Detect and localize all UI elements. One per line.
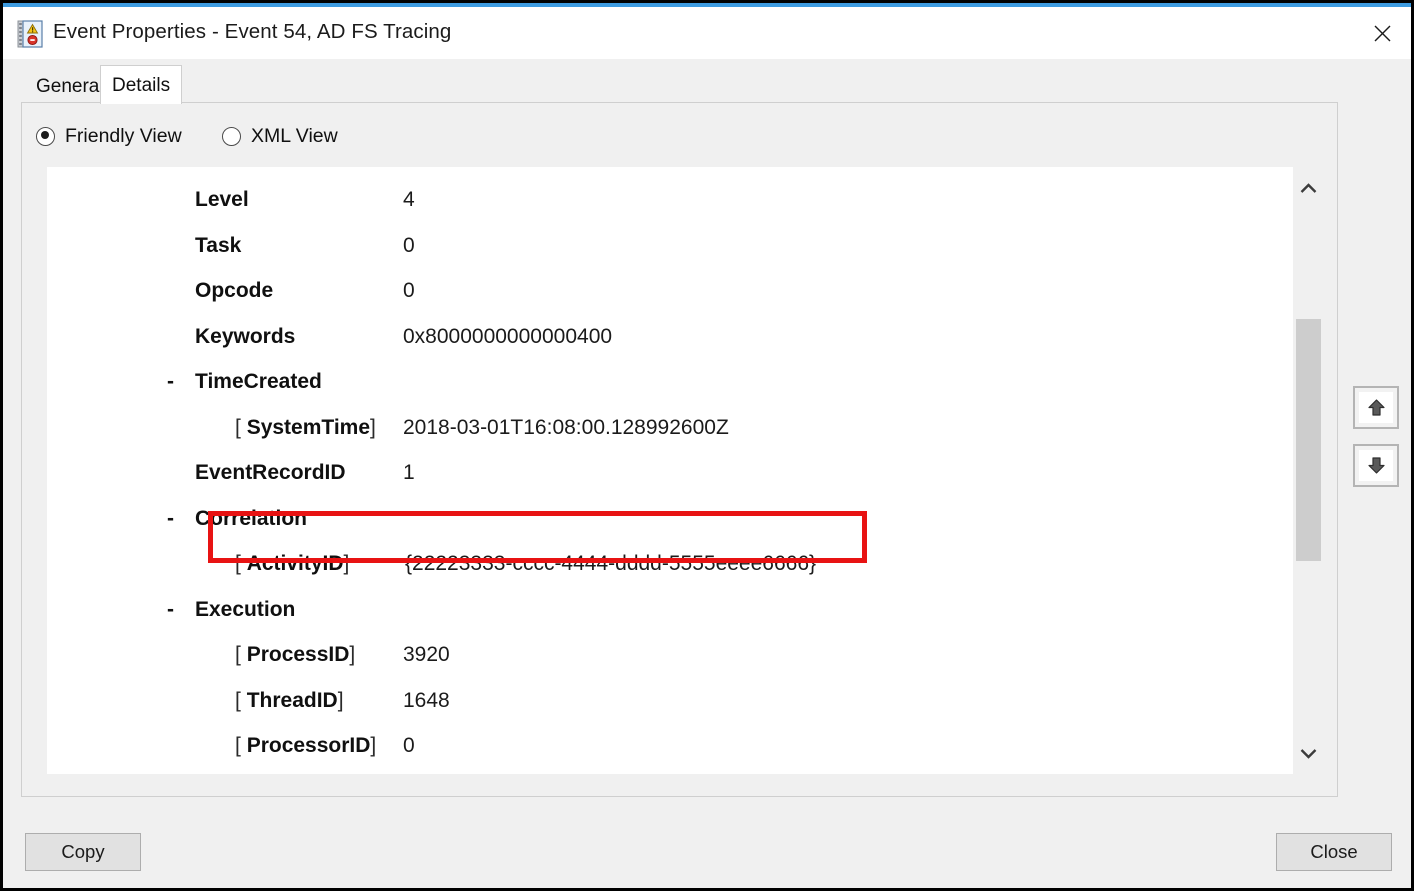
chevron-up-icon[interactable]: [1293, 167, 1324, 209]
detail-value: 1: [403, 450, 415, 496]
radio-friendly-view[interactable]: Friendly View: [36, 121, 182, 151]
scrollbar-thumb[interactable]: [1296, 319, 1321, 561]
detail-row: Task 0: [47, 223, 1272, 269]
detail-attr-value: 2: [403, 769, 415, 775]
detail-group-key: Execution: [195, 587, 295, 633]
detail-key: Task: [195, 223, 241, 269]
event-log-icon: [17, 20, 43, 48]
copy-button[interactable]: Copy: [25, 833, 141, 871]
detail-value: 0: [403, 268, 415, 314]
collapse-toggle-icon[interactable]: -: [167, 359, 174, 405]
window-title: Event Properties - Event 54, AD FS Traci…: [53, 20, 451, 44]
close-icon[interactable]: [1353, 7, 1411, 59]
chevron-down-icon[interactable]: [1293, 732, 1324, 774]
detail-attr-key: [ ThreadID]: [235, 678, 344, 724]
detail-attr-value: 2018-03-01T16:08:00.128992600Z: [403, 405, 729, 451]
detail-value: 0x8000000000000400: [403, 314, 612, 360]
detail-group-row[interactable]: - TimeCreated: [47, 359, 1272, 405]
event-navigation-buttons: [1353, 386, 1399, 502]
event-properties-window: Event Properties - Event 54, AD FS Traci…: [3, 3, 1411, 888]
detail-attr-row: [ SystemTime] 2018-03-01T16:08:00.128992…: [47, 405, 1272, 451]
next-event-button[interactable]: [1353, 444, 1399, 487]
detail-attr-row: [ ThreadID] 1648: [47, 678, 1272, 724]
radio-friendly-view-label: Friendly View: [65, 125, 182, 148]
tab-details[interactable]: Details: [100, 65, 182, 104]
detail-row: Level 4: [47, 177, 1272, 223]
detail-row: Keywords 0x8000000000000400: [47, 314, 1272, 360]
detail-key: Opcode: [195, 268, 273, 314]
radio-unselected-icon: [222, 127, 241, 146]
detail-attr-value: 0: [403, 723, 415, 769]
event-details-list: Level 4 Task 0 Opcode 0 Keywords 0x80000…: [47, 167, 1272, 774]
radio-xml-view-label: XML View: [251, 125, 338, 148]
detail-attr-row: [ KernelTime] 2: [47, 769, 1272, 775]
detail-attr-row: [ ProcessID] 3920: [47, 632, 1272, 678]
detail-attr-key: [ SystemTime]: [235, 405, 376, 451]
radio-xml-view[interactable]: XML View: [222, 121, 338, 151]
detail-group-key: Correlation: [195, 496, 307, 542]
detail-attr-key: [ KernelTime]: [235, 769, 367, 775]
collapse-toggle-icon[interactable]: -: [167, 587, 174, 633]
detail-attr-value: {22223333-cccc-4444-dddd-5555eeee6666}: [405, 541, 816, 587]
detail-row: Opcode 0: [47, 268, 1272, 314]
collapse-toggle-icon[interactable]: -: [167, 496, 174, 542]
down-arrow-icon: [1359, 450, 1393, 481]
detail-value: 4: [403, 177, 415, 223]
detail-key: Level: [195, 177, 249, 223]
detail-key: Keywords: [195, 314, 295, 360]
detail-attr-value: 1648: [403, 678, 450, 724]
detail-attr-key: [ ProcessID]: [235, 632, 355, 678]
detail-attr-value: 3920: [403, 632, 450, 678]
detail-group-row[interactable]: - Correlation: [47, 496, 1272, 542]
detail-attr-row-activityid: [ ActivityID] {22223333-cccc-4444-dddd-5…: [47, 541, 1272, 587]
detail-attr-key: [ ProcessorID]: [235, 723, 376, 769]
previous-event-button[interactable]: [1353, 386, 1399, 429]
radio-selected-icon: [36, 127, 55, 146]
detail-row: EventRecordID 1: [47, 450, 1272, 496]
detail-attr-row: [ ProcessorID] 0: [47, 723, 1272, 769]
detail-value: 0: [403, 223, 415, 269]
tab-strip: General Details: [3, 59, 1411, 104]
title-bar: Event Properties - Event 54, AD FS Traci…: [3, 7, 1411, 59]
detail-attr-key: [ ActivityID]: [235, 541, 349, 587]
detail-group-row[interactable]: - Execution: [47, 587, 1272, 633]
detail-group-key: TimeCreated: [195, 359, 322, 405]
details-tab-panel: Friendly View XML View Level 4 Task 0 Op…: [21, 102, 1338, 797]
event-details-panel[interactable]: Level 4 Task 0 Opcode 0 Keywords 0x80000…: [47, 167, 1309, 774]
details-scrollbar[interactable]: [1293, 167, 1324, 774]
close-button[interactable]: Close: [1276, 833, 1392, 871]
detail-key: EventRecordID: [195, 450, 346, 496]
up-arrow-icon: [1359, 392, 1393, 423]
